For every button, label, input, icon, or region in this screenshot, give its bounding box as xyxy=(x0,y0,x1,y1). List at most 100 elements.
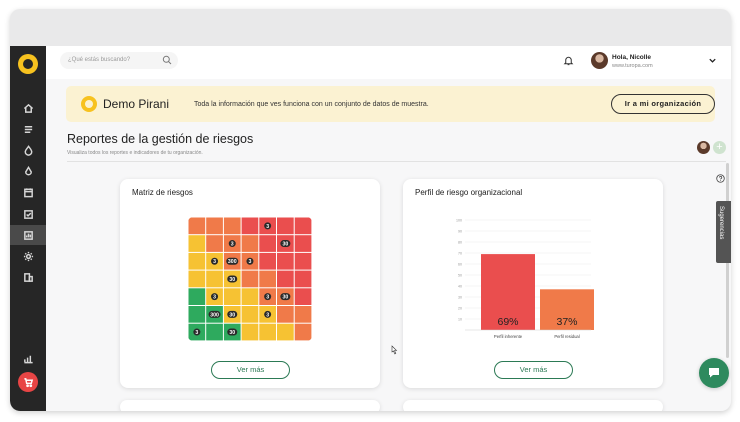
page-title: Reportes de la gestión de riesgos xyxy=(67,132,254,146)
chat-button[interactable] xyxy=(699,358,729,388)
matrix-cell[interactable] xyxy=(188,306,206,323)
view-more-button[interactable]: Ver más xyxy=(494,361,573,379)
y-tick-label: 60 xyxy=(458,262,462,266)
matrix-cell[interactable] xyxy=(294,306,312,323)
matrix-badge-label: 3 xyxy=(266,312,269,318)
drop-icon[interactable] xyxy=(10,161,46,181)
y-tick-label: 30 xyxy=(458,295,462,299)
matrix-cell[interactable] xyxy=(241,306,259,323)
card-title: Matriz de riesgos xyxy=(132,188,193,197)
matrix-cell[interactable] xyxy=(294,217,312,235)
risk-matrix: 3 3 30 3 300 3 30 3 3 30 300 30 3 3 30 xyxy=(188,217,312,341)
matrix-cell[interactable] xyxy=(259,270,276,288)
matrix-cell[interactable] xyxy=(277,252,294,270)
y-tick-label: 80 xyxy=(458,240,462,244)
matrix-cell[interactable] xyxy=(294,235,312,252)
main-area: ¿Qué estás buscando? Hola, Nicolle www.t… xyxy=(46,46,731,411)
suggestions-label: Sugerencias xyxy=(718,206,724,240)
top-bar: ¿Qué estás buscando? Hola, Nicolle www.t… xyxy=(46,46,731,79)
matrix-cell[interactable] xyxy=(241,288,259,305)
matrix-cell[interactable] xyxy=(259,235,276,252)
y-tick-label: 70 xyxy=(458,251,462,255)
home-icon[interactable] xyxy=(10,98,46,118)
cart-button[interactable] xyxy=(18,372,38,392)
demo-name: Demo Pirani xyxy=(103,97,170,111)
matrix-cell[interactable] xyxy=(294,288,312,305)
pirani-logo[interactable] xyxy=(18,54,38,74)
y-tick-label: 10 xyxy=(458,317,462,321)
matrix-cell[interactable] xyxy=(277,306,294,323)
matrix-badge-label: 3 xyxy=(213,295,216,301)
view-more-button[interactable]: Ver más xyxy=(211,361,290,379)
reports-icon[interactable] xyxy=(10,225,46,245)
divider xyxy=(67,161,726,162)
matrix-cell[interactable] xyxy=(188,217,206,235)
matrix-badge-label: 30 xyxy=(282,241,288,247)
matrix-cell[interactable] xyxy=(206,270,223,288)
matrix-badge-label: 300 xyxy=(210,312,219,318)
building-icon[interactable] xyxy=(10,267,46,287)
suggestions-tab[interactable]: Sugerencias xyxy=(716,201,731,263)
add-collaborator-button[interactable]: + xyxy=(713,141,726,154)
cart-icon xyxy=(23,377,33,387)
go-to-organization-button[interactable]: Ir a mi organización xyxy=(611,94,715,114)
matrix-cell[interactable] xyxy=(294,252,312,270)
matrix-badge-label: 30 xyxy=(282,295,288,301)
matrix-badge-label: 30 xyxy=(229,277,235,283)
y-tick-label: 90 xyxy=(458,229,462,233)
bell-icon[interactable] xyxy=(563,55,574,66)
gear-icon[interactable] xyxy=(10,246,46,266)
matrix-cell[interactable] xyxy=(277,270,294,288)
chevron-down-icon[interactable] xyxy=(708,56,717,65)
y-tick-label: 50 xyxy=(458,273,462,277)
calendar-icon[interactable] xyxy=(10,182,46,202)
search-input[interactable]: ¿Qué estás buscando? xyxy=(60,52,178,69)
matrix-cell[interactable] xyxy=(259,323,276,341)
matrix-cell[interactable] xyxy=(241,217,259,235)
check-icon[interactable] xyxy=(10,204,46,224)
y-tick-label: 100 xyxy=(456,218,462,222)
bar-value-label: 69% xyxy=(497,316,518,328)
list-icon[interactable] xyxy=(10,119,46,139)
report-card xyxy=(403,400,663,411)
search-icon[interactable] xyxy=(162,55,172,65)
pirani-logo xyxy=(81,96,97,112)
demo-banner: Demo Pirani Toda la información que ves … xyxy=(66,86,715,122)
demo-message: Toda la información que ves funciona con… xyxy=(194,101,429,108)
matrix-cell[interactable] xyxy=(188,252,206,270)
flame-icon[interactable] xyxy=(10,140,46,160)
matrix-cell[interactable] xyxy=(188,235,206,252)
x-tick-label: Perfil residual xyxy=(554,334,579,339)
matrix-badge-label: 3 xyxy=(266,224,269,230)
matrix-cell[interactable] xyxy=(277,323,294,341)
user-site: www.turopa.com xyxy=(612,63,653,69)
matrix-cell[interactable] xyxy=(241,270,259,288)
risk-matrix-card: Matriz de riesgos 3 3 30 3 300 3 30 3 3 30 300 30 3 3… xyxy=(120,179,380,388)
avatar[interactable] xyxy=(591,52,608,69)
matrix-badge-label: 3 xyxy=(213,259,216,265)
matrix-badge-label: 3 xyxy=(195,330,198,336)
y-tick-label: 20 xyxy=(458,306,462,310)
chat-icon xyxy=(709,368,719,378)
matrix-cell[interactable] xyxy=(188,288,206,305)
chart-growth-icon[interactable] xyxy=(10,348,46,368)
collaborator-avatar[interactable] xyxy=(697,141,710,154)
matrix-cell[interactable] xyxy=(223,217,241,235)
matrix-cell[interactable] xyxy=(277,217,294,235)
matrix-badge-label: 3 xyxy=(231,241,234,247)
page-subtitle: Visualiza todos los reportes e indicador… xyxy=(67,150,203,156)
matrix-cell[interactable] xyxy=(294,270,312,288)
matrix-cell[interactable] xyxy=(294,323,312,341)
matrix-cell[interactable] xyxy=(223,288,241,305)
search-placeholder: ¿Qué estás buscando? xyxy=(68,57,131,63)
matrix-cell[interactable] xyxy=(188,270,206,288)
matrix-cell[interactable] xyxy=(206,323,223,341)
matrix-cell[interactable] xyxy=(206,217,223,235)
matrix-badge-label: 3 xyxy=(249,259,252,265)
matrix-cell[interactable] xyxy=(206,235,223,252)
help-icon[interactable] xyxy=(716,174,725,183)
matrix-badge-label: 30 xyxy=(229,330,235,336)
matrix-cell[interactable] xyxy=(259,252,276,270)
matrix-cell[interactable] xyxy=(241,323,259,341)
matrix-cell[interactable] xyxy=(241,235,259,252)
